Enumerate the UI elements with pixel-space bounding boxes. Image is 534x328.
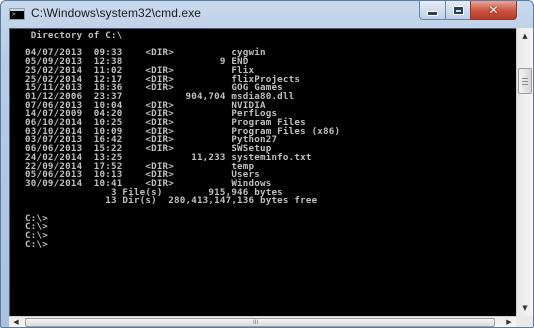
vertical-scrollbar[interactable]: ▲ ▼ — [516, 28, 533, 316]
scrollbar-corner — [516, 316, 533, 327]
scroll-right-icon[interactable]: ▶ — [502, 317, 516, 327]
horizontal-scroll-thumb[interactable]: III — [25, 318, 495, 327]
minimize-icon — [427, 10, 438, 16]
horizontal-scrollbar[interactable]: ◀ III ▶ — [9, 316, 516, 327]
maximize-button[interactable] — [445, 1, 471, 20]
cmd-icon[interactable]: > — [9, 8, 25, 20]
cmd-window: > C:\Windows\system32\cmd.exe ✕ Director… — [0, 0, 534, 328]
close-button[interactable]: ✕ — [470, 1, 517, 20]
cmd-icon-prompt: > — [12, 11, 16, 18]
grip-line — [522, 84, 528, 85]
scroll-left-icon[interactable]: ◀ — [9, 317, 23, 327]
minimize-button[interactable] — [419, 1, 446, 20]
title-bar[interactable]: > C:\Windows\system32\cmd.exe ✕ — [1, 1, 533, 27]
console-output[interactable]: Directory of C:\ 04/07/2013 09:33 <DIR> … — [9, 28, 517, 317]
console-text: Directory of C:\ 04/07/2013 09:33 <DIR> … — [25, 30, 341, 250]
scroll-up-icon[interactable]: ▲ — [517, 28, 533, 44]
grip-line — [522, 81, 528, 82]
window-title: C:\Windows\system32\cmd.exe — [31, 6, 202, 20]
grip-line — [522, 78, 528, 79]
close-icon: ✕ — [488, 3, 499, 17]
scroll-down-icon[interactable]: ▼ — [517, 300, 533, 316]
grip-icon: III — [253, 319, 259, 326]
vertical-scroll-thumb[interactable] — [518, 68, 532, 94]
maximize-icon — [452, 5, 464, 15]
